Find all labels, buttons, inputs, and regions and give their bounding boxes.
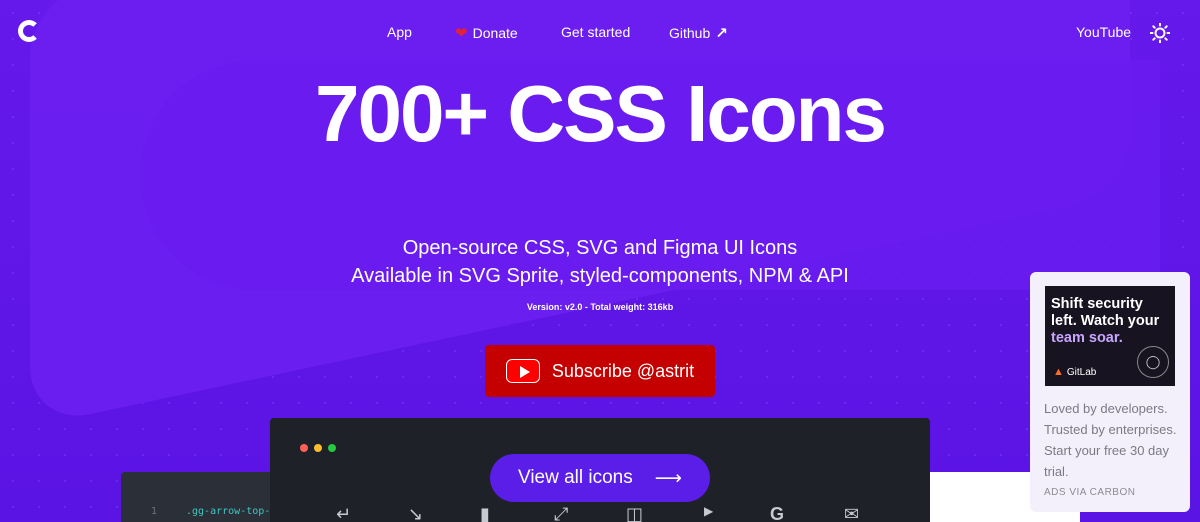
hero-subtitle-1: Open-source CSS, SVG and Figma UI Icons bbox=[402, 237, 798, 259]
enter-icon[interactable]: ↵ bbox=[336, 504, 351, 522]
nav-app-link[interactable]: App bbox=[387, 24, 412, 40]
nav-github-link[interactable]: Github ↗ bbox=[669, 24, 728, 42]
nav-donate-link[interactable]: ❤ Donate bbox=[455, 24, 518, 42]
gitlab-label: GitLab bbox=[1066, 366, 1097, 378]
heart-icon: ❤ bbox=[455, 25, 468, 42]
icons-preview-window: View all icons ⟶ ↵ ↘ ▮ ⤢ ◫ ▶ G ✉ bbox=[270, 418, 930, 522]
ad-body[interactable]: Loved by developers. Trusted by enterpri… bbox=[1044, 398, 1184, 482]
view-all-icons-button[interactable]: View all icons ⟶ bbox=[490, 454, 710, 502]
battery-icon[interactable]: ▮ bbox=[480, 504, 490, 522]
ad-headline-highlight: team soar. bbox=[1051, 330, 1123, 346]
nav-app-label: App bbox=[387, 24, 412, 40]
icon-preview-row: ↵ ↘ ▮ ⤢ ◫ ▶ G ✉ bbox=[270, 504, 930, 522]
mail-open-icon[interactable]: ✉ bbox=[844, 504, 859, 522]
ad-image[interactable]: Shift security left. Watch your team soa… bbox=[1045, 286, 1175, 386]
nav-get-started-link[interactable]: Get started bbox=[561, 24, 630, 40]
youtube-icon bbox=[505, 359, 540, 383]
css-gg-logo-icon[interactable] bbox=[18, 20, 40, 42]
nav-get-started-label: Get started bbox=[561, 24, 631, 40]
hero-subtitle-2: Available in SVG Sprite, styled-componen… bbox=[351, 265, 849, 287]
gitlab-icon: ▲ bbox=[1053, 366, 1064, 378]
view-all-label: View all icons bbox=[517, 467, 633, 488]
minimize-dot-icon bbox=[314, 444, 322, 452]
nav-youtube-link[interactable]: YouTube bbox=[1076, 24, 1131, 40]
arrow-up-right-icon: ↗ bbox=[715, 25, 728, 42]
google-icon[interactable]: G bbox=[770, 504, 784, 522]
shield-icon: ◯ bbox=[1137, 346, 1169, 378]
code-line-number: 1 bbox=[151, 506, 158, 517]
code-line-text: .gg-arrow-top- bbox=[186, 506, 271, 517]
subscribe-label: Subscribe @astrit bbox=[551, 360, 695, 381]
sun-icon[interactable] bbox=[1150, 23, 1170, 43]
clipboard-icon[interactable]: ◫ bbox=[626, 504, 643, 522]
close-dot-icon bbox=[300, 444, 308, 452]
nav-donate-label: Donate bbox=[472, 25, 518, 41]
page-title: 700+ CSS Icons bbox=[314, 69, 887, 158]
play-icon[interactable]: ▶ bbox=[704, 504, 713, 518]
ads-via-carbon-link[interactable]: ADS VIA CARBON bbox=[1044, 487, 1135, 498]
version-text: Version: v2.0 - Total weight: 316kb bbox=[526, 302, 674, 312]
subscribe-youtube-button[interactable]: Subscribe @astrit bbox=[485, 345, 715, 397]
ad-headline-text: Shift security left. Watch your bbox=[1051, 296, 1160, 329]
arrow-right-icon: ⟶ bbox=[654, 467, 682, 489]
nav-github-label: Github bbox=[669, 25, 711, 41]
carbon-ad[interactable]: Shift security left. Watch your team soa… bbox=[1030, 272, 1190, 512]
gitlab-brand: ▲ GitLab bbox=[1053, 366, 1096, 378]
maximize-dot-icon bbox=[328, 444, 336, 452]
minimize-icon[interactable]: ⤢ bbox=[554, 504, 568, 522]
arrow-bottom-right-icon[interactable]: ↘ bbox=[408, 504, 423, 522]
nav-youtube-label: YouTube bbox=[1076, 24, 1132, 40]
ad-headline: Shift security left. Watch your team soa… bbox=[1051, 296, 1169, 347]
window-controls bbox=[300, 444, 336, 452]
